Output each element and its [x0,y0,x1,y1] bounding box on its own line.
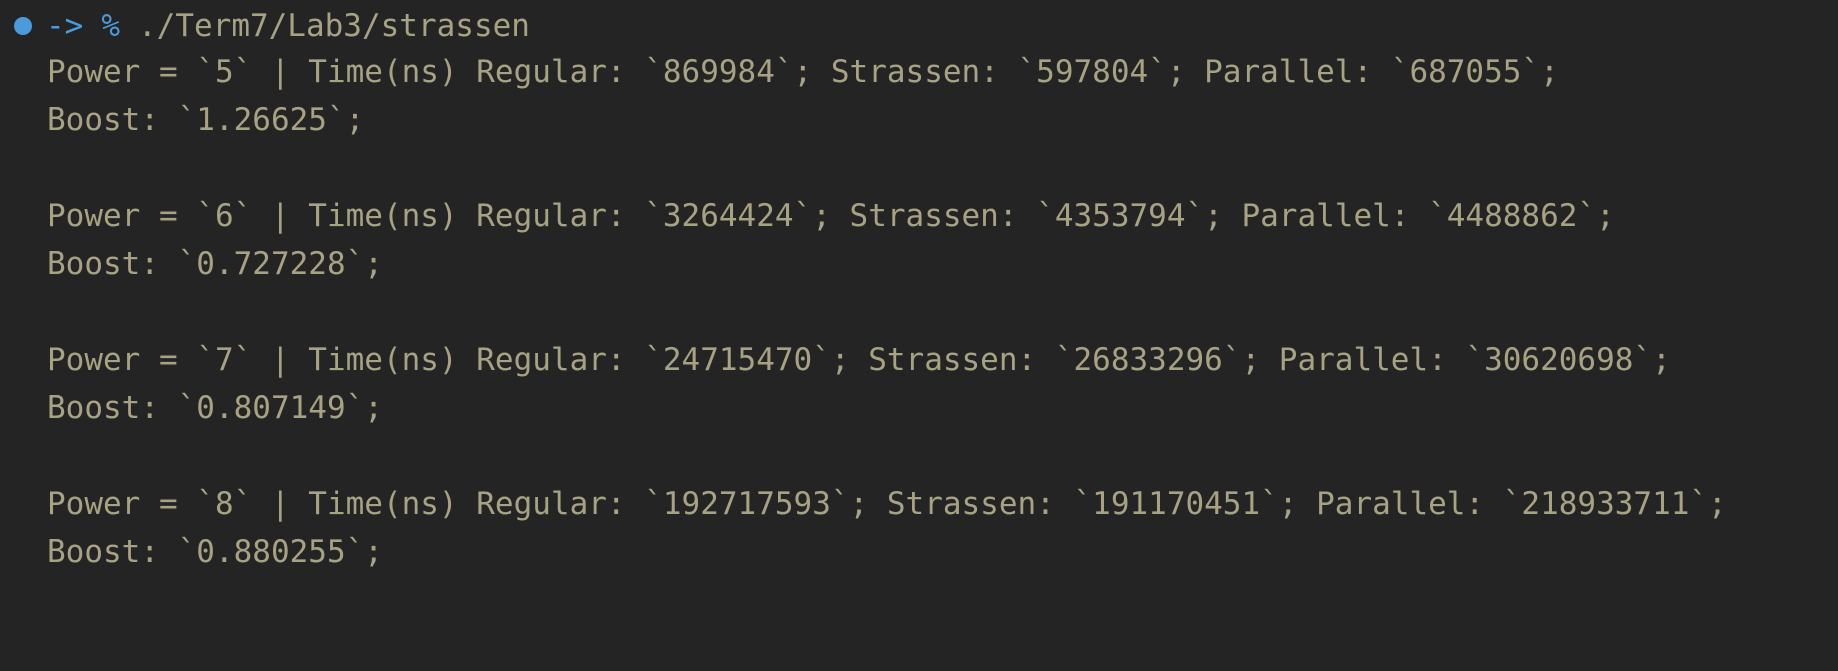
output-line: Power = `8` | Time(ns) Regular: `1927175… [47,486,1727,522]
output-line: Boost: `1.26625`; [47,102,365,138]
prompt-arrow: -> [46,8,84,44]
prompt-line: -> % ./Term7/Lab3/strassen [14,6,530,46]
status-dot-icon [14,17,32,35]
output-line: Boost: `0.880255`; [47,534,383,570]
terminal-window[interactable]: -> % ./Term7/Lab3/strassen Power = `5` |… [0,0,1838,671]
output-line: Power = `6` | Time(ns) Regular: `3264424… [47,198,1615,234]
output-line: Boost: `0.727228`; [47,246,383,282]
output-line: Power = `5` | Time(ns) Regular: `869984`… [47,54,1559,90]
command-text: ./Term7/Lab3/strassen [138,8,530,44]
output-line: Power = `7` | Time(ns) Regular: `2471547… [47,342,1671,378]
prompt-symbol: % [101,8,120,44]
output-line: Boost: `0.807149`; [47,390,383,426]
